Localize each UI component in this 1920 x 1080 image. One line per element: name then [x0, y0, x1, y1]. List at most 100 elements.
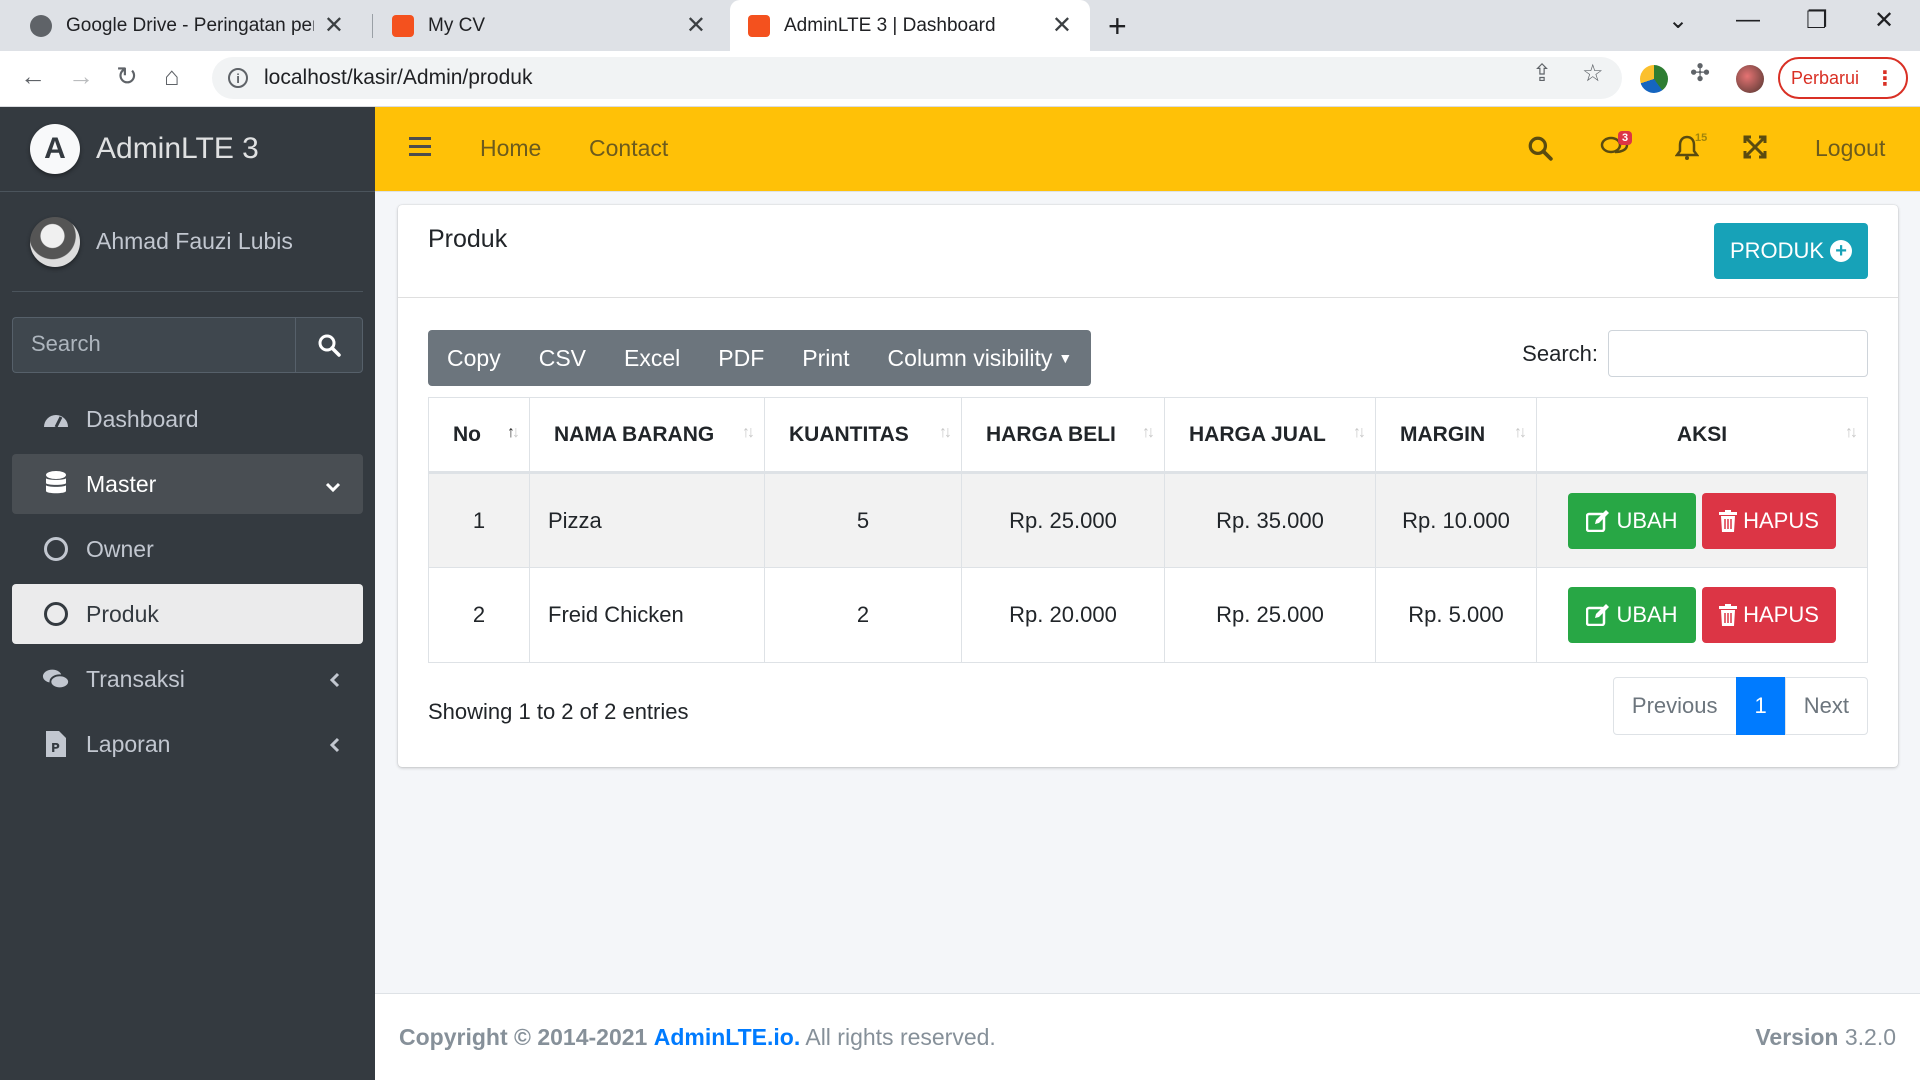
delete-button[interactable]: HAPUS [1702, 492, 1836, 549]
back-icon[interactable]: ← [20, 61, 46, 92]
excel-button[interactable]: Excel [605, 330, 699, 386]
brand-link[interactable]: A AdminLTE 3 [0, 107, 375, 192]
version-info: Version 3.2.0 [1755, 1024, 1896, 1051]
sidebar-item-label: Dashboard [86, 405, 199, 432]
update-button[interactable]: Perbarui ⋮ [1778, 57, 1908, 99]
site-info-icon[interactable]: i [228, 68, 248, 88]
copyright-text: Copyright © 2014-2021 [399, 1023, 648, 1050]
produk-card: Produk PRODUK + Copy CSV Excel PDF Print… [398, 205, 1898, 767]
column-header-kuantitas[interactable]: KUANTITAS ↑↓ [764, 397, 962, 474]
reload-icon[interactable]: ↻ [116, 61, 138, 92]
address-bar[interactable]: i localhost/kasir/Admin/produk [212, 57, 1622, 99]
cell-aksi: UBAH HAPUS [1536, 567, 1868, 663]
svg-text:P: P [51, 741, 60, 755]
sort-icon: ↑↓ [742, 424, 755, 441]
adminlte-link[interactable]: AdminLTE.io. [654, 1024, 801, 1050]
caret-down-icon: ▼ [1058, 350, 1073, 366]
edit-button[interactable]: UBAH [1568, 492, 1696, 549]
sidebar-item-laporan[interactable]: P Laporan [12, 714, 363, 774]
cell-kuantitas: 5 [764, 472, 962, 568]
page-title: Produk [428, 225, 508, 253]
sidebar-search-button[interactable] [295, 317, 363, 373]
sort-icon: ↑↓ [939, 424, 952, 441]
column-header-harga-beli[interactable]: HARGA BELI ↑↓ [961, 397, 1165, 474]
export-button-group: Copy CSV Excel PDF Print Column visibili… [428, 330, 1092, 386]
file-icon: P [42, 730, 70, 758]
profile-avatar[interactable] [1736, 65, 1764, 93]
add-produk-button[interactable]: PRODUK + [1714, 223, 1868, 279]
column-header-no[interactable]: No ↑↓ [428, 397, 530, 474]
page-1-button[interactable]: 1 [1735, 677, 1786, 735]
avatar [30, 216, 80, 267]
browser-tab-my-cv[interactable]: My CV ✕ [374, 0, 724, 51]
print-button[interactable]: Print [783, 330, 868, 386]
forward-icon[interactable]: → [68, 61, 94, 92]
sidebar: A AdminLTE 3 Ahmad Fauzi Lubis Search Da… [0, 107, 375, 1080]
sidebar-search: Search [12, 317, 363, 373]
browser-tab-google-drive[interactable]: Google Drive - Peringatan pemin ✕ [12, 0, 362, 51]
next-page-button[interactable]: Next [1784, 677, 1868, 735]
database-icon [42, 470, 70, 498]
cell-aksi: UBAH HAPUS [1536, 472, 1868, 568]
pdf-button[interactable]: PDF [699, 330, 783, 386]
comments-icon [42, 665, 70, 693]
cell-kuantitas: 2 [764, 567, 962, 663]
close-window-icon[interactable]: ✕ [1874, 6, 1894, 35]
sidebar-item-transaksi[interactable]: Transaksi [12, 649, 363, 709]
sort-icon: ↑↓ [1353, 424, 1366, 441]
column-visibility-button[interactable]: Column visibility ▼ [869, 330, 1092, 386]
table-row: 2 Freid Chicken 2 Rp. 20.000 Rp. 25.000 … [428, 567, 1868, 663]
sidebar-item-label: Laporan [86, 730, 171, 757]
cell-harga-beli: Rp. 20.000 [961, 567, 1165, 663]
home-icon[interactable]: ⌂ [164, 61, 180, 92]
nav-link-contact[interactable]: Contact [589, 135, 668, 162]
bookmark-star-icon[interactable]: ☆ [1582, 59, 1604, 88]
copyright: Copyright © 2014-2021 AdminLTE.io. All r… [399, 1024, 996, 1051]
column-header-nama[interactable]: NAMA BARANG ↑↓ [529, 397, 765, 474]
extension-icon[interactable] [1640, 65, 1668, 93]
sidebar-search-input[interactable]: Search [12, 317, 295, 373]
copy-button[interactable]: Copy [428, 330, 520, 386]
tab-title: Google Drive - Peringatan pemin [66, 14, 314, 36]
minimize-icon[interactable]: — [1736, 6, 1760, 34]
table-search-input[interactable] [1608, 330, 1868, 377]
logout-link[interactable]: Logout [1815, 135, 1885, 162]
sidebar-item-label: Transaksi [86, 665, 185, 692]
sidebar-item-master[interactable]: Master [12, 454, 363, 514]
sidebar-item-produk[interactable]: Produk [12, 584, 363, 644]
column-header-harga-jual[interactable]: HARGA JUAL ↑↓ [1164, 397, 1376, 474]
delete-button[interactable]: HAPUS [1702, 587, 1836, 643]
user-name[interactable]: Ahmad Fauzi Lubis [96, 228, 293, 255]
restore-icon[interactable]: ❐ [1806, 6, 1828, 35]
csv-button[interactable]: CSV [520, 330, 605, 386]
sidebar-item-dashboard[interactable]: Dashboard [12, 389, 363, 449]
sidebar-item-owner[interactable]: Owner [12, 519, 363, 579]
produk-table: No ↑↓ NAMA BARANG ↑↓ KUANTITAS ↑↓ HARGA BEL… [428, 397, 1868, 663]
sort-icon: ↑↓ [1514, 424, 1527, 441]
fullscreen-icon[interactable] [1743, 135, 1767, 165]
close-icon[interactable]: ✕ [1052, 11, 1072, 40]
circle-icon [42, 535, 70, 563]
tab-search-chevron-icon[interactable]: ⌄ [1668, 6, 1688, 35]
edit-button[interactable]: UBAH [1568, 587, 1696, 643]
sort-asc-icon: ↑↓ [507, 424, 520, 441]
table-header-row: No ↑↓ NAMA BARANG ↑↓ KUANTITAS ↑↓ HARGA BEL… [428, 397, 1868, 474]
search-icon[interactable] [1527, 135, 1553, 167]
main-header: Home Contact 3 15 Logout [375, 107, 1920, 192]
version-label: Version [1755, 1023, 1839, 1050]
previous-page-button[interactable]: Previous [1612, 677, 1737, 735]
column-header-margin[interactable]: MARGIN ↑↓ [1375, 397, 1537, 474]
pagination: Previous 1 Next [1612, 677, 1868, 735]
nav-link-home[interactable]: Home [480, 135, 541, 162]
new-tab-icon[interactable]: + [1108, 8, 1127, 45]
puzzle-icon[interactable]: ✣ [1690, 59, 1710, 88]
browser-tab-dashboard[interactable]: AdminLTE 3 | Dashboard ✕ [730, 0, 1090, 51]
tab-title: My CV [428, 14, 485, 36]
menu-toggle-icon[interactable] [409, 137, 431, 161]
bell-icon[interactable]: 15 [1674, 132, 1707, 167]
close-icon[interactable]: ✕ [686, 11, 706, 40]
messages-icon[interactable]: 3 [1600, 131, 1633, 167]
column-header-aksi[interactable]: AKSI ↑↓ [1536, 397, 1868, 474]
share-icon[interactable]: ⇪ [1532, 59, 1552, 88]
close-icon[interactable]: ✕ [324, 11, 344, 40]
